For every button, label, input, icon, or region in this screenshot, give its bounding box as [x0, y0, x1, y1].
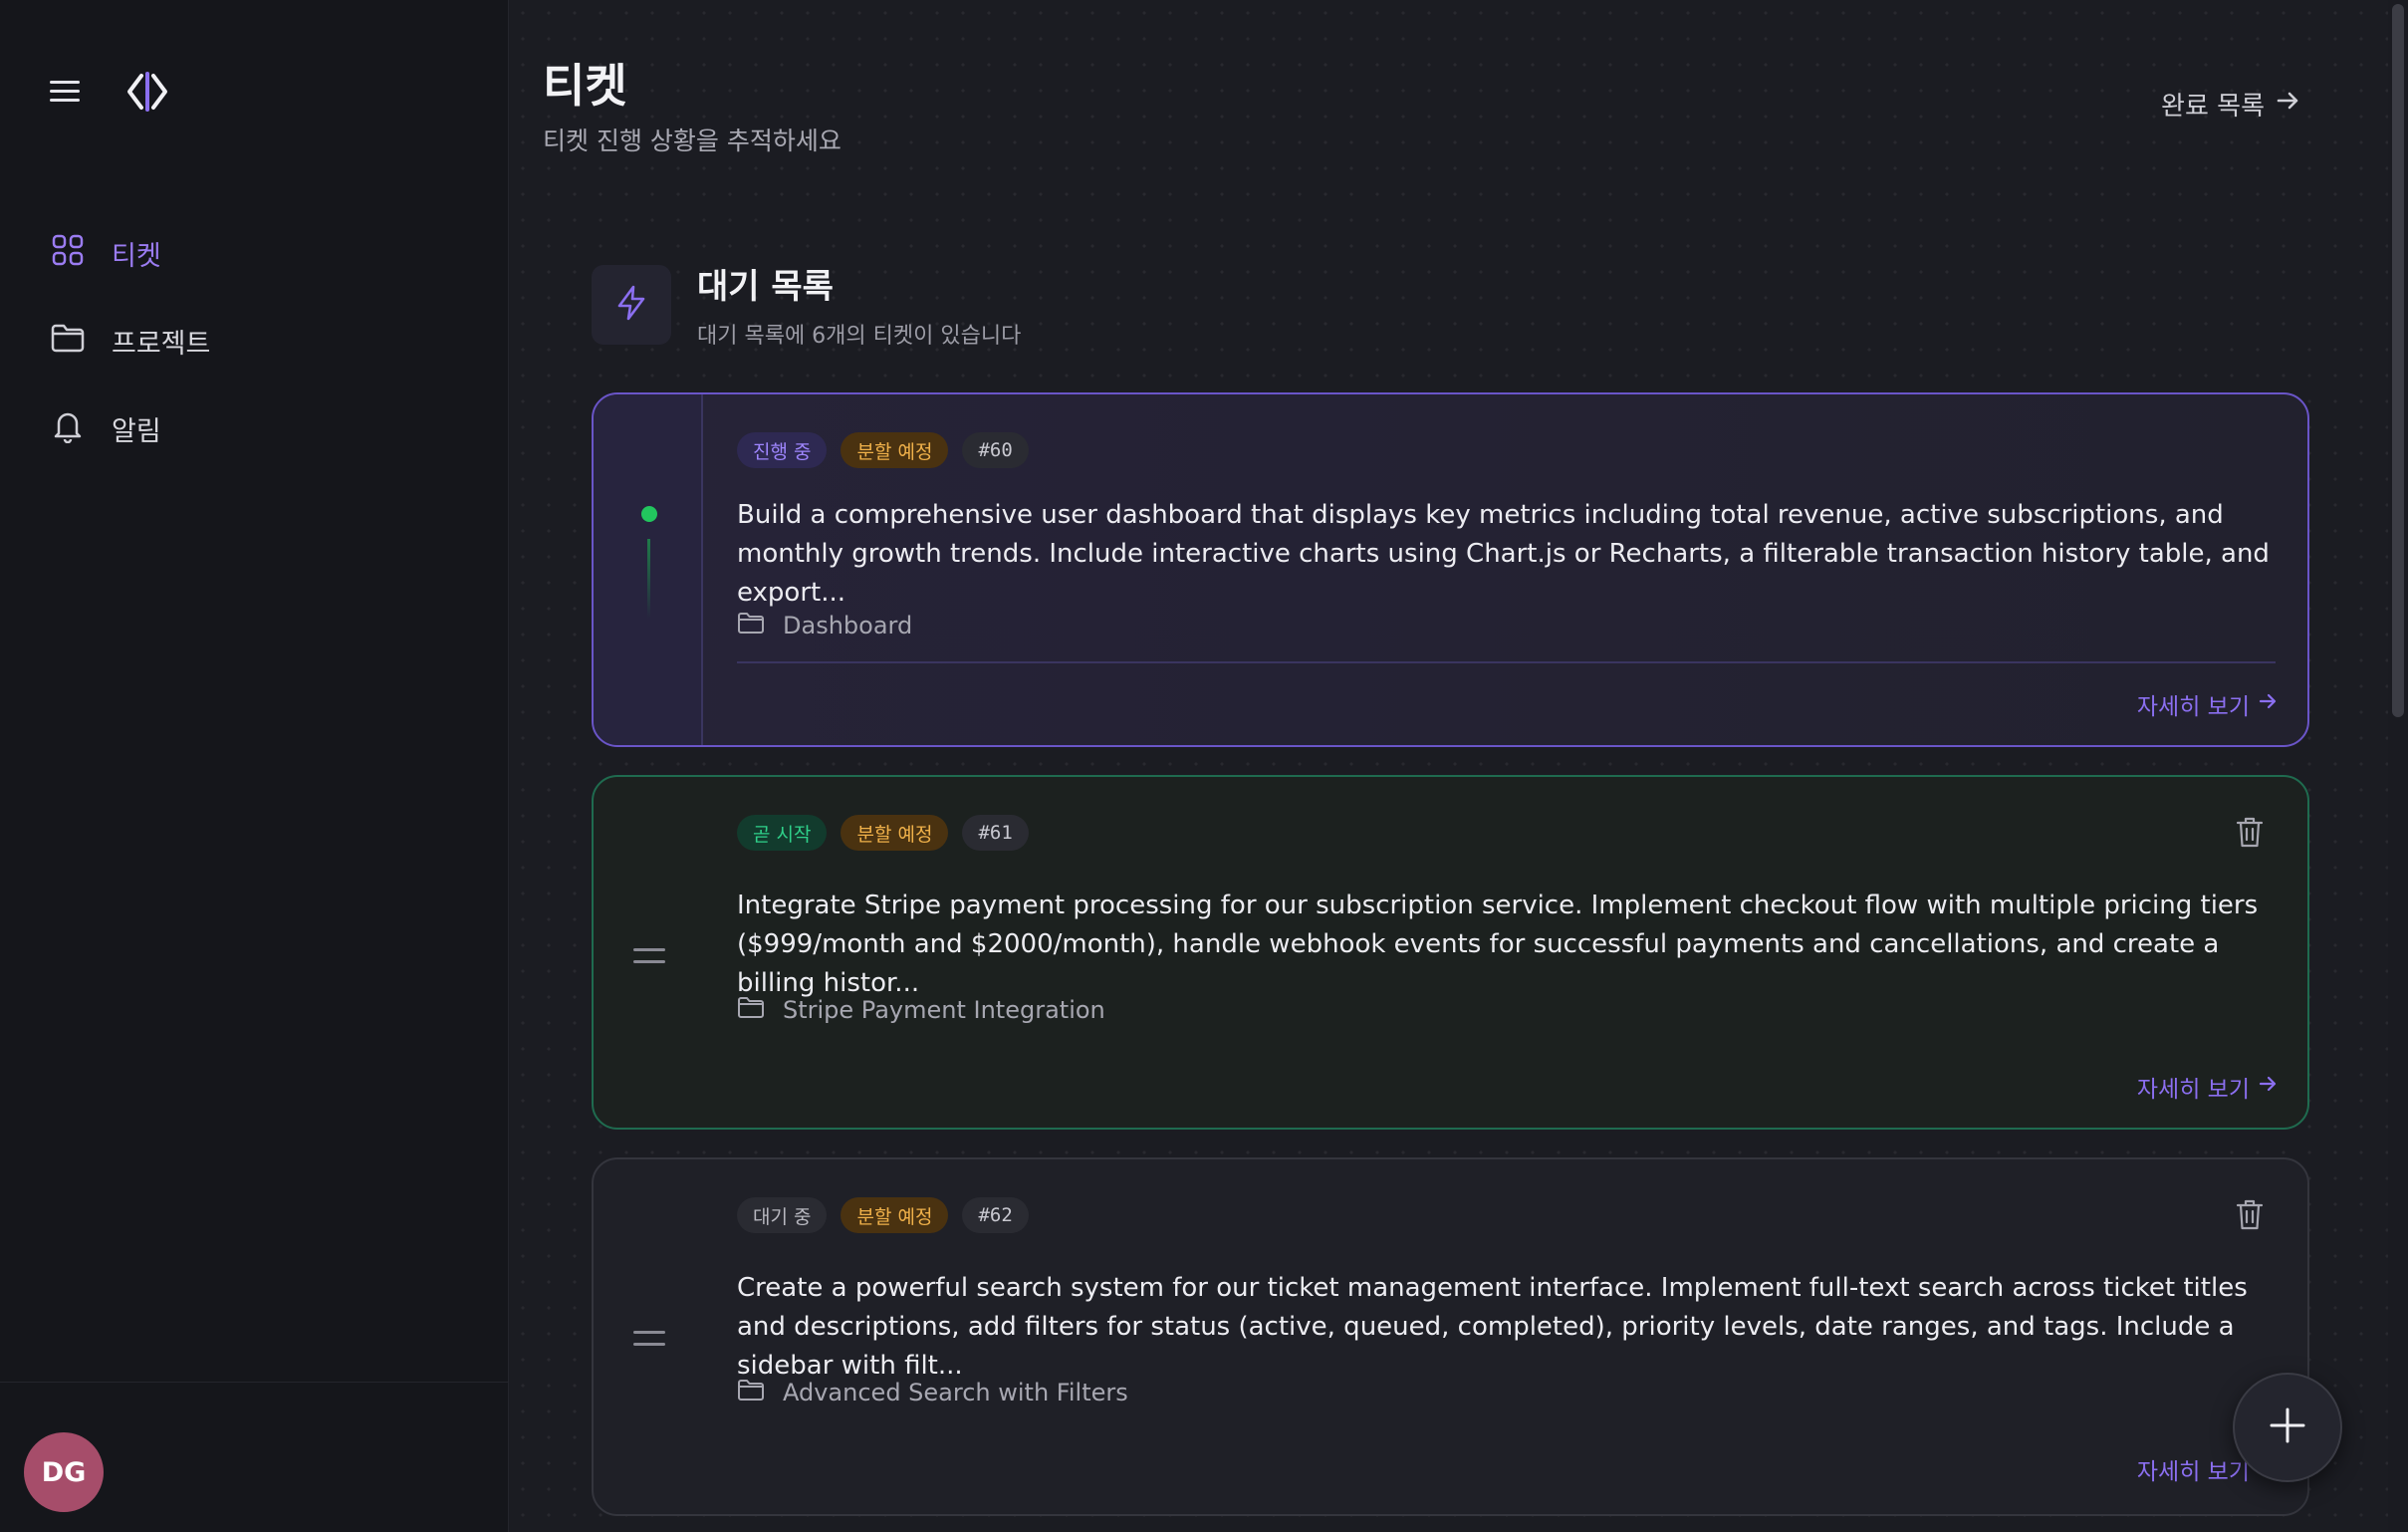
active-status-line: [647, 539, 650, 619]
bell-icon: [50, 407, 86, 450]
bolt-icon: [611, 283, 651, 327]
sidebar-header: [50, 68, 171, 120]
plus-icon: [2268, 1405, 2307, 1449]
code-logo-icon: [123, 68, 171, 120]
ticket-card[interactable]: 진행 중 분할 예정 #60 Build a comprehensive use…: [592, 392, 2309, 747]
arrow-right-icon: [2258, 1074, 2278, 1100]
menu-icon[interactable]: [50, 79, 84, 109]
sidebar-footer: DG: [0, 1382, 509, 1532]
scrollbar-thumb[interactable]: [2392, 4, 2404, 717]
add-ticket-button[interactable]: [2233, 1373, 2342, 1482]
sidebar: 티켓 프로젝트 알림 DG: [0, 0, 509, 1532]
ticket-badges: 대기 중 분할 예정 #62: [737, 1197, 1029, 1233]
active-status-dot: [641, 506, 657, 522]
section-subtitle: 대기 목록에 6개의 티켓이 있습니다: [697, 324, 1022, 349]
grid-icon: [50, 232, 86, 275]
ticket-project: Advanced Search with Filters: [737, 1377, 1128, 1408]
bolt-icon-box: [592, 264, 671, 345]
status-badge: 진행 중: [737, 432, 828, 468]
arrow-right-icon: [2258, 691, 2278, 717]
sidebar-item-projects[interactable]: 프로젝트: [0, 297, 509, 384]
ticket-badges: 진행 중 분할 예정 #60: [737, 432, 1029, 468]
view-details-label: 자세히 보기: [2136, 1459, 2250, 1485]
section-title: 대기 목록: [697, 267, 834, 307]
completed-list-link[interactable]: 완료 목록: [2161, 86, 2300, 123]
folder-icon: [737, 994, 765, 1026]
split-badge: 분할 예정: [841, 1197, 949, 1233]
sidebar-item-label: 프로젝트: [112, 328, 211, 360]
ticket-project: Stripe Payment Integration: [737, 994, 1105, 1026]
scrollbar[interactable]: [2388, 0, 2408, 1532]
drag-handle-icon[interactable]: [633, 948, 665, 972]
folder-icon: [737, 1377, 765, 1408]
ticket-number: #62: [962, 1197, 1029, 1233]
trash-icon[interactable]: [2234, 815, 2266, 849]
ticket-description: Integrate Stripe payment processing for …: [737, 891, 2259, 998]
arrow-right-icon: [2275, 88, 2300, 121]
folder-icon: [737, 610, 765, 641]
ticket-number: #61: [962, 815, 1029, 851]
project-name: Dashboard: [783, 612, 913, 639]
main-content: 티켓 티켓 진행 상황을 추적하세요 완료 목록 대기 목록 대기 목록에 6개…: [510, 0, 2388, 1532]
view-details-label: 자세히 보기: [2136, 694, 2250, 720]
ticket-badges: 곧 시작 분할 예정 #61: [737, 815, 1029, 851]
active-rail: [594, 394, 703, 745]
view-details-link[interactable]: 자세히 보기: [2137, 1070, 2278, 1104]
page-title: 티켓: [543, 59, 627, 113]
page-subtitle: 티켓 진행 상황을 추적하세요: [543, 127, 842, 155]
project-name: Stripe Payment Integration: [783, 996, 1105, 1024]
view-details-label: 자세히 보기: [2136, 1077, 2250, 1103]
sidebar-item-label: 티켓: [112, 240, 161, 272]
ticket-number: #60: [962, 432, 1029, 468]
drag-handle-icon[interactable]: [633, 1331, 665, 1355]
sidebar-nav: 티켓 프로젝트 알림: [0, 209, 509, 472]
project-name: Advanced Search with Filters: [783, 1379, 1128, 1406]
status-badge: 대기 중: [737, 1197, 828, 1233]
ticket-project: Dashboard: [737, 610, 912, 641]
view-details-link[interactable]: 자세히 보기: [2137, 687, 2278, 721]
queue-section-header: 대기 목록 대기 목록에 6개의 티켓이 있습니다: [592, 259, 1021, 350]
sidebar-item-tickets[interactable]: 티켓: [0, 209, 509, 297]
status-badge: 곧 시작: [737, 815, 828, 851]
ticket-description: Build a comprehensive user dashboard tha…: [737, 500, 2270, 608]
sidebar-item-label: 알림: [112, 415, 161, 447]
split-badge: 분할 예정: [841, 815, 949, 851]
ticket-card[interactable]: 곧 시작 분할 예정 #61 Integrate Stripe payment …: [592, 775, 2309, 1130]
folder-icon: [50, 320, 86, 363]
completed-list-label: 완료 목록: [2161, 92, 2265, 122]
avatar[interactable]: DG: [24, 1432, 104, 1512]
ticket-description: Create a powerful search system for our …: [737, 1273, 2248, 1381]
trash-icon[interactable]: [2234, 1197, 2266, 1231]
ticket-card[interactable]: 대기 중 분할 예정 #62 Create a powerful search …: [592, 1157, 2309, 1516]
card-divider: [737, 661, 2276, 663]
sidebar-item-notifications[interactable]: 알림: [0, 384, 509, 472]
split-badge: 분할 예정: [841, 432, 949, 468]
